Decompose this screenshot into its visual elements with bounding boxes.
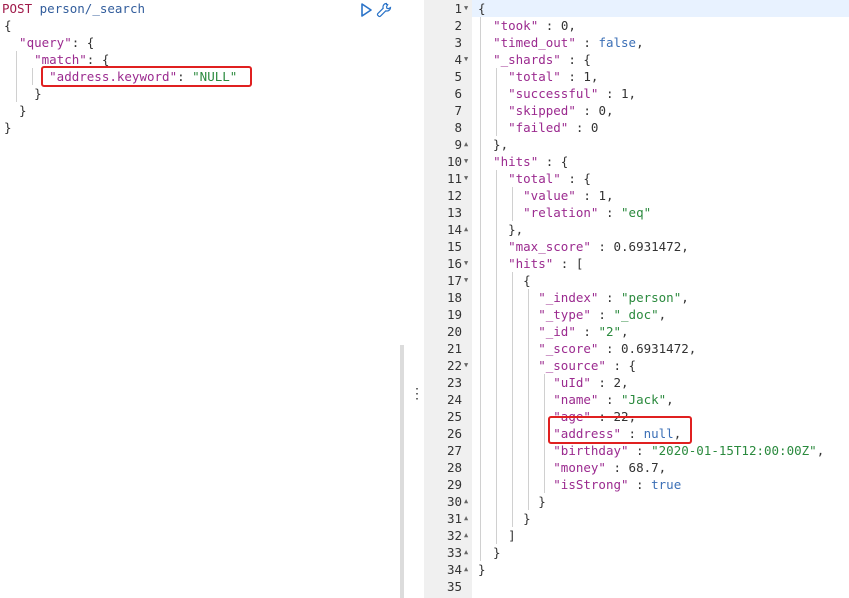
line-number: 18 [446, 290, 462, 305]
line-number: 12 [446, 188, 462, 203]
wrench-icon[interactable] [376, 2, 392, 18]
request-body-line[interactable]: } [4, 119, 12, 136]
request-body-line[interactable]: { [4, 17, 12, 34]
line-number: 4 [454, 52, 462, 67]
response-line[interactable]: "_id" : "2", [478, 323, 628, 340]
request-body-line[interactable]: } [4, 85, 42, 102]
line-number: 29 [446, 477, 462, 492]
request-body-line[interactable]: } [4, 102, 27, 119]
line-number: 16 [446, 256, 462, 271]
response-line[interactable]: "birthday" : "2020-01-15T12:00:00Z", [478, 442, 824, 459]
response-line[interactable]: "total" : { [478, 170, 591, 187]
line-number: 13 [446, 205, 462, 220]
fold-toggle-icon[interactable]: ▲ [464, 221, 472, 238]
response-line[interactable]: "relation" : "eq" [478, 204, 651, 221]
fold-toggle-icon[interactable]: ▼ [464, 272, 472, 289]
line-number: 32 [446, 528, 462, 543]
line-number: 11 [446, 171, 462, 186]
response-line[interactable]: "isStrong" : true [478, 476, 681, 493]
response-line[interactable]: "hits" : { [478, 153, 568, 170]
response-line[interactable]: "timed_out" : false, [478, 34, 644, 51]
line-number: 14 [446, 222, 462, 237]
line-number: 2 [454, 18, 462, 33]
fold-toggle-icon[interactable]: ▼ [464, 51, 472, 68]
line-number: 3 [454, 35, 462, 50]
address-keyword-highlight [41, 66, 252, 87]
response-line[interactable]: "total" : 1, [478, 68, 598, 85]
line-number: 26 [446, 426, 462, 441]
play-icon[interactable] [358, 2, 374, 18]
response-line[interactable]: "_score" : 0.6931472, [478, 340, 696, 357]
line-number: 27 [446, 443, 462, 458]
fold-toggle-icon[interactable]: ▲ [464, 510, 472, 527]
fold-toggle-icon[interactable]: ▲ [464, 561, 472, 578]
address-null-highlight [548, 416, 692, 444]
response-line[interactable]: "money" : 68.7, [478, 459, 666, 476]
line-number: 33 [446, 545, 462, 560]
request-line[interactable]: POST person/_search [2, 0, 145, 17]
response-line[interactable]: "uId" : 2, [478, 374, 628, 391]
response-line[interactable]: "successful" : 1, [478, 85, 636, 102]
response-line[interactable]: } [478, 493, 546, 510]
line-number: 35 [446, 579, 462, 594]
request-method: POST [2, 1, 33, 16]
line-number: 19 [446, 307, 462, 322]
response-viewer[interactable]: 1 ▼ 2 3 4 ▼ 5 6 7 8 9 ▲ 10 ▼ 11 ▼ 12 13 14 ▲ 15 16 ▼ 17 ▼ 18 19 20 2… [424, 0, 849, 598]
line-number: 22 [446, 358, 462, 373]
fold-toggle-icon[interactable]: ▼ [464, 170, 472, 187]
resize-handle-icon[interactable]: ⋮ [410, 386, 424, 402]
line-number: 31 [446, 511, 462, 526]
line-number: 7 [454, 103, 462, 118]
request-body-line[interactable]: "query": { [4, 34, 94, 51]
line-number: 17 [446, 273, 462, 288]
line-number: 23 [446, 375, 462, 390]
line-number: 15 [446, 239, 462, 254]
fold-toggle-icon[interactable]: ▼ [464, 357, 472, 374]
response-line[interactable]: "name" : "Jack", [478, 391, 673, 408]
response-line[interactable]: "_shards" : { [478, 51, 591, 68]
line-number: 25 [446, 409, 462, 424]
response-code[interactable]: { "took" : 0, "timed_out" : false, "_sha… [472, 0, 849, 598]
fold-toggle-icon[interactable]: ▼ [464, 0, 472, 17]
line-number: 10 [446, 154, 462, 169]
response-line[interactable]: "hits" : [ [478, 255, 583, 272]
fold-toggle-icon[interactable]: ▲ [464, 544, 472, 561]
response-line[interactable]: "value" : 1, [478, 187, 613, 204]
line-number: 20 [446, 324, 462, 339]
response-line[interactable]: } [478, 561, 486, 578]
line-number: 5 [454, 69, 462, 84]
line-number: 8 [454, 120, 462, 135]
response-line[interactable]: "_index" : "person", [478, 289, 689, 306]
response-line[interactable]: "max_score" : 0.6931472, [478, 238, 689, 255]
response-line[interactable]: "skipped" : 0, [478, 102, 613, 119]
line-number: 1 [454, 1, 462, 16]
line-number: 34 [446, 562, 462, 577]
pane-divider[interactable] [400, 345, 404, 598]
line-number: 28 [446, 460, 462, 475]
response-line[interactable]: }, [478, 136, 508, 153]
response-line[interactable]: }, [478, 221, 523, 238]
response-line[interactable]: { [478, 0, 486, 17]
line-number: 30 [446, 494, 462, 509]
line-number: 21 [446, 341, 462, 356]
fold-toggle-icon[interactable]: ▼ [464, 153, 472, 170]
fold-toggle-icon[interactable]: ▲ [464, 136, 472, 153]
fold-toggle-icon[interactable]: ▼ [464, 255, 472, 272]
request-editor[interactable]: POST person/_search { "query": { "match"… [0, 0, 400, 598]
response-line[interactable]: } [478, 544, 501, 561]
fold-toggle-icon[interactable]: ▲ [464, 527, 472, 544]
response-line[interactable]: { [478, 272, 531, 289]
line-number: 9 [454, 137, 462, 152]
line-number: 24 [446, 392, 462, 407]
response-line[interactable]: "_type" : "_doc", [478, 306, 666, 323]
request-path: person/_search [39, 1, 145, 16]
response-line[interactable]: } [478, 510, 531, 527]
response-line[interactable]: "_source" : { [478, 357, 636, 374]
response-line[interactable]: "took" : 0, [478, 17, 576, 34]
line-number: 6 [454, 86, 462, 101]
fold-toggle-icon[interactable]: ▲ [464, 493, 472, 510]
response-line[interactable]: "failed" : 0 [478, 119, 598, 136]
response-line[interactable]: ] [478, 527, 516, 544]
